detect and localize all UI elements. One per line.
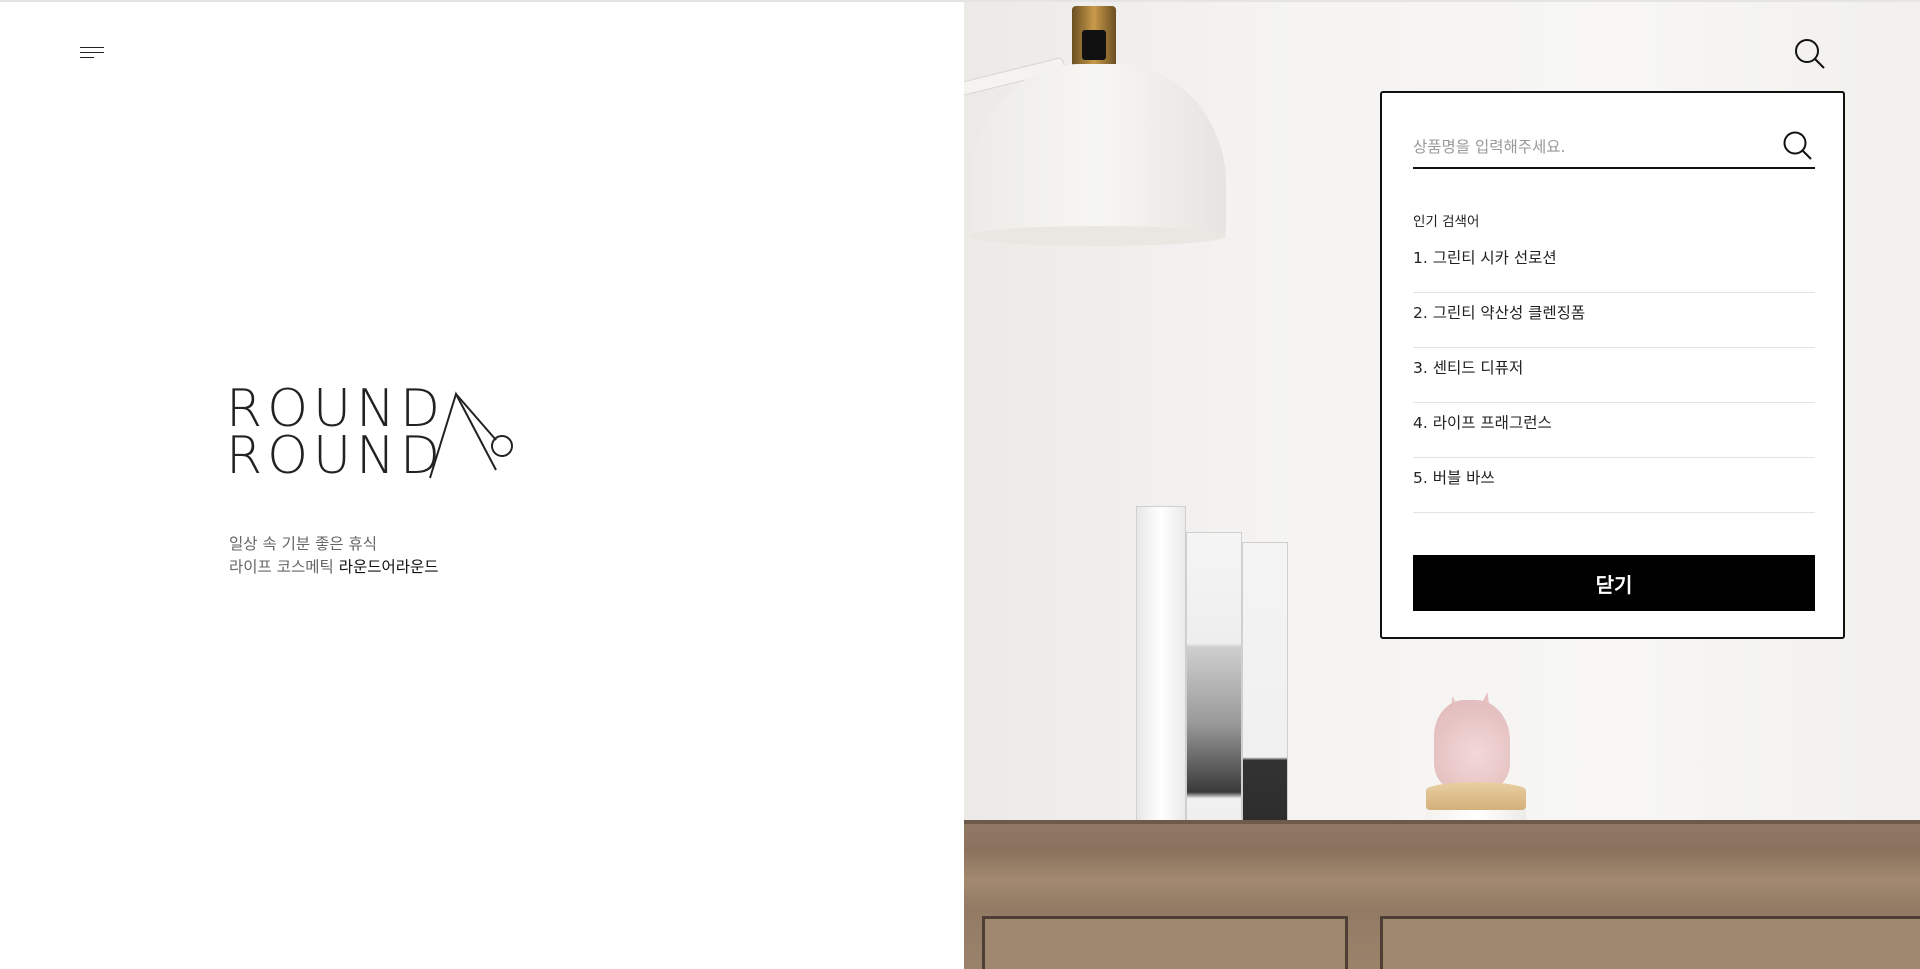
desk-edge	[964, 820, 1920, 824]
dog-figurine	[1434, 700, 1510, 790]
popular-search-item[interactable]: 4. 라이프 프래그런스	[1413, 403, 1815, 458]
desk-drawer-right	[1380, 916, 1920, 969]
search-input[interactable]	[1413, 129, 1773, 165]
tagline-line-2: 라이프 코스메틱 라운드어라운드	[229, 556, 439, 579]
popular-search-item[interactable]: 5. 버블 바쓰	[1413, 458, 1815, 513]
popular-search-list: 1. 그린티 시카 선로션 2. 그린티 약산성 클렌징폼 3. 센티드 디퓨저…	[1413, 238, 1815, 513]
top-border	[0, 0, 1920, 2]
popular-search-item[interactable]: 2. 그린티 약산성 클렌징폼	[1413, 293, 1815, 348]
popular-search-item[interactable]: 1. 그린티 시카 선로션	[1413, 238, 1815, 293]
tagline-line-1: 일상 속 기분 좋은 휴식	[229, 535, 378, 553]
brand-panel: ROUND ROUND 일상 속 기분 좋은 휴식 라이프 코스메틱 라운드어라…	[0, 0, 964, 969]
desk-drawer-left	[982, 916, 1348, 969]
popular-search-label: 4. 라이프 프래그런스	[1413, 414, 1552, 432]
book-1	[1136, 506, 1186, 850]
brand-logo[interactable]: ROUND ROUND	[226, 383, 513, 486]
popular-search-label: 2. 그린티 약산성 클렌징폼	[1413, 304, 1586, 322]
book-3	[1242, 542, 1288, 850]
popular-search-label: 5. 버블 바쓰	[1413, 469, 1495, 487]
diffuser-wood-cap	[1426, 782, 1526, 810]
hamburger-menu-icon[interactable]	[72, 40, 112, 70]
close-button[interactable]: 닫기	[1413, 555, 1815, 611]
popular-search-label: 3. 센티드 디퓨저	[1413, 359, 1524, 377]
tagline-prefix: 라이프 코스메틱	[229, 558, 339, 576]
popular-search-title: 인기 검색어	[1413, 214, 1480, 230]
tagline-brand-name: 라운드어라운드	[338, 558, 439, 576]
brand-tagline: 일상 속 기분 좋은 휴식 라이프 코스메틱 라운드어라운드	[229, 533, 439, 579]
popular-search-label: 1. 그린티 시카 선로션	[1413, 249, 1557, 267]
logo-line-2: ROUND	[226, 426, 446, 486]
book-2	[1186, 532, 1242, 850]
search-submit-icon[interactable]	[1781, 129, 1815, 165]
lamp-rim	[970, 226, 1226, 246]
logo-mark-icon	[429, 391, 513, 479]
lamp-socket-inner	[1082, 30, 1106, 60]
search-panel: 인기 검색어 1. 그린티 시카 선로션 2. 그린티 약산성 클렌징폼 3. …	[1380, 91, 1845, 639]
popular-search-item[interactable]: 3. 센티드 디퓨저	[1413, 348, 1815, 403]
search-field	[1413, 129, 1815, 169]
search-icon[interactable]	[1792, 36, 1828, 72]
